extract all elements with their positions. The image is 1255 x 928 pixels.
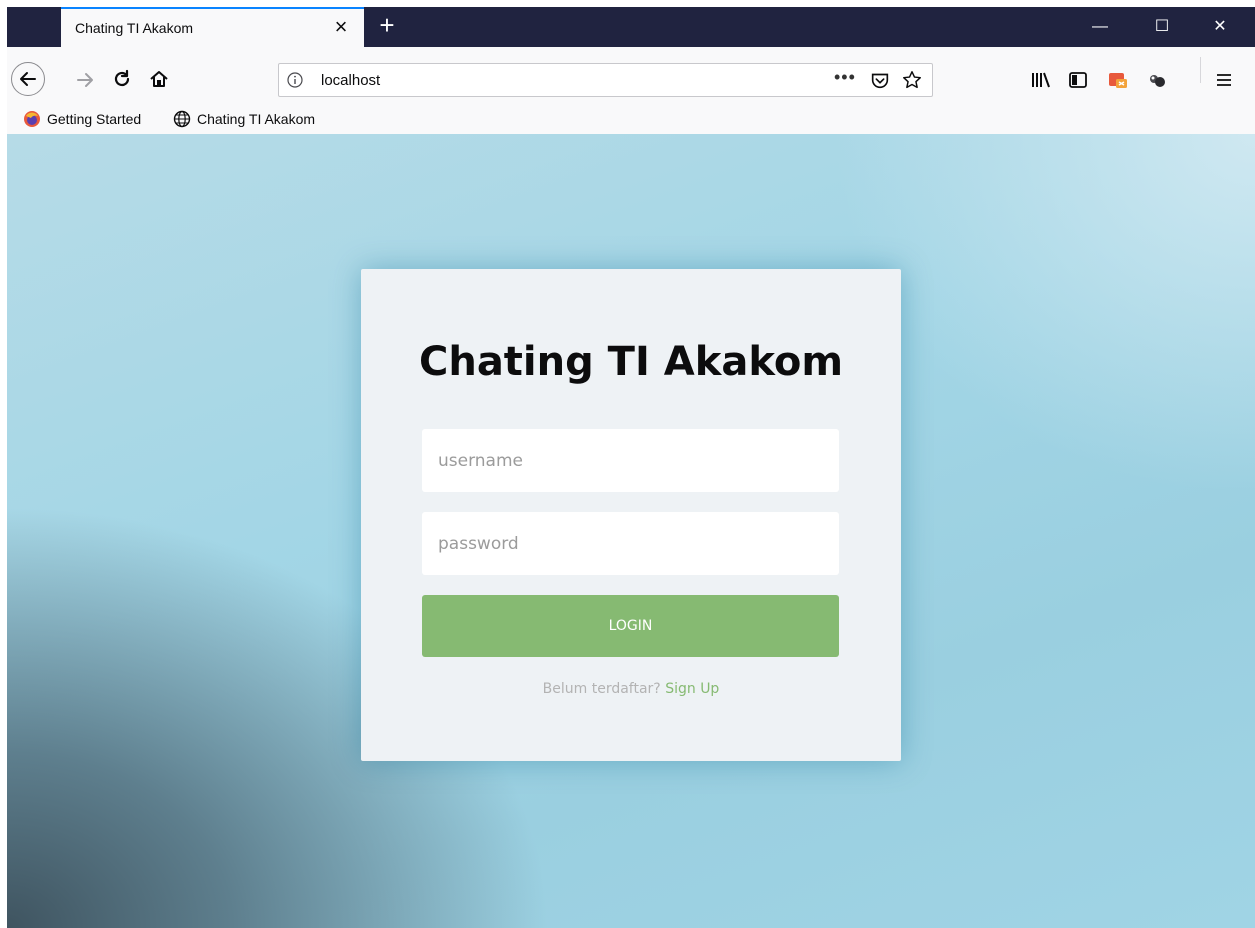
page-viewport: Chating TI Akakom LOGIN Belum terdaftar?… <box>7 134 1255 928</box>
signup-link[interactable]: Sign Up <box>665 681 719 697</box>
browser-window: Chating TI Akakom × + — ☐ ✕ localhost ••… <box>7 7 1255 928</box>
new-tab-button[interactable]: + <box>373 11 401 39</box>
forward-icon[interactable] <box>73 68 97 92</box>
navigation-bar: localhost ••• <box>7 47 1255 106</box>
username-input[interactable] <box>422 429 839 492</box>
minimize-button[interactable]: — <box>1075 7 1125 47</box>
maximize-button[interactable]: ☐ <box>1137 7 1187 47</box>
sidebar-icon[interactable] <box>1066 68 1090 92</box>
hamburger-menu-icon[interactable] <box>1212 68 1236 92</box>
signup-message: Belum terdaftar? Sign Up <box>361 681 901 697</box>
screenshot-extension-icon[interactable] <box>1106 68 1130 92</box>
page-actions-icon[interactable]: ••• <box>834 67 856 88</box>
tab-close-button[interactable]: × <box>329 15 353 39</box>
reload-icon[interactable] <box>110 67 134 91</box>
url-text[interactable]: localhost <box>321 72 380 89</box>
tab-bar: Chating TI Akakom × + — ☐ ✕ <box>7 7 1255 47</box>
globe-icon <box>173 110 191 128</box>
firefox-icon <box>24 111 40 127</box>
login-title: Chating TI Akakom <box>418 339 844 385</box>
bookmark-label: Chating TI Akakom <box>197 111 316 127</box>
password-input[interactable] <box>422 512 839 575</box>
tab-title: Chating TI Akakom <box>75 20 194 36</box>
bookmark-getting-started[interactable]: Getting Started <box>23 106 141 132</box>
login-button[interactable]: LOGIN <box>422 595 839 657</box>
url-bar[interactable]: localhost ••• <box>278 63 933 97</box>
window-close-button[interactable]: ✕ <box>1195 7 1245 47</box>
pocket-icon[interactable] <box>869 69 893 93</box>
login-card: Chating TI Akakom LOGIN Belum terdaftar?… <box>361 269 901 761</box>
extension-icon[interactable] <box>1145 68 1169 92</box>
site-info-icon[interactable] <box>287 72 303 88</box>
signup-prompt: Belum terdaftar? <box>542 681 661 697</box>
tab-active[interactable]: Chating TI Akakom × <box>61 7 364 47</box>
bookmark-star-icon[interactable] <box>901 69 925 93</box>
bookmark-chating-ti-akakom[interactable]: Chating TI Akakom <box>173 106 315 132</box>
back-arrow-icon <box>20 72 36 86</box>
back-button[interactable] <box>11 62 45 96</box>
bookmark-label: Getting Started <box>47 111 142 127</box>
home-icon[interactable] <box>147 67 171 91</box>
library-icon[interactable] <box>1029 68 1053 92</box>
bookmarks-bar: Getting Started Chating TI Akakom <box>7 106 1255 134</box>
toolbar-separator <box>1200 57 1201 83</box>
